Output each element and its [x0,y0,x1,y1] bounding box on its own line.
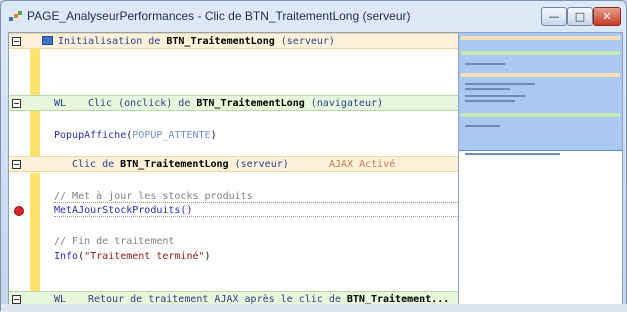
minimize-icon: — [548,10,560,23]
yellow-marker-bar [30,111,40,157]
wl-tag: WL [54,98,67,109]
collapse-toggle-icon[interactable] [12,99,21,108]
header-text: Clic de [72,159,121,170]
collapse-toggle-icon[interactable] [12,295,21,304]
control-name: BTN_TraitementLong [166,36,275,47]
minimap-line [465,63,505,65]
function-name: Info [54,251,79,262]
event-header-click-browser[interactable]: WL Clic (onclick) de BTN_TraitementLong … [9,95,458,111]
minimap-line [465,153,560,155]
code-editor-window: PAGE_AnalyseurPerformances - Clic de BTN… [0,0,627,312]
yellow-marker-bar [30,173,40,291]
minimap-line [465,95,525,97]
function-name: PopupAffiche [54,130,127,141]
close-icon: ✕ [602,10,612,23]
header-suffix: (serveur) [274,36,335,47]
header-suffix: (navigateur) [304,98,384,109]
code-line[interactable]: Info("Traitement terminé") [54,250,211,264]
close-button[interactable]: ✕ [593,7,621,26]
minimap-header [461,113,620,117]
maximize-icon: □ [574,10,586,23]
dotted-separator [54,202,458,203]
title-bar[interactable]: PAGE_AnalyseurPerformances - Clic de BTN… [1,1,626,31]
ajax-status[interactable]: AJAX Activé [329,158,395,172]
header-text: Clic (onclick) de [88,98,197,109]
dotted-separator [54,216,458,217]
minimap-header [461,51,620,55]
comment-line[interactable]: // Fin de traitement [54,235,174,249]
collapse-toggle-icon[interactable] [12,160,21,169]
code-minimap[interactable] [458,32,623,306]
minimap-line [465,100,515,102]
minimize-button[interactable]: — [541,7,567,26]
window-title: PAGE_AnalyseurPerformances - Clic de BTN… [27,9,411,23]
minimap-line [465,125,500,127]
string-arg: "Traitement terminé" [84,251,205,262]
collapse-toggle-icon[interactable] [12,37,21,46]
event-header-init[interactable]: Initialisation de BTN_TraitementLong (se… [9,33,458,49]
paren: ) [210,130,217,141]
paren: ) [204,251,211,262]
breakpoint-icon[interactable] [14,206,24,216]
constant-arg: POPUP_ATTENTE [132,130,211,141]
code-line[interactable]: PopupAffiche(POPUP_ATTENTE) [54,129,217,143]
maximize-button[interactable]: □ [567,7,593,26]
page-icon [9,11,22,21]
control-name: BTN_TraitementLong [120,159,229,170]
minimap-header [461,36,620,40]
minimap-line [465,88,510,90]
code-editor[interactable]: Initialisation de BTN_TraitementLong (se… [8,32,459,306]
minimap-header [461,73,620,77]
control-name: BTN_TraitementLong [196,98,305,109]
header-suffix: (serveur) [228,159,289,170]
header-text: Initialisation de [58,36,167,47]
event-header-click-server[interactable]: Clic de BTN_TraitementLong (serveur) AJA… [9,156,458,172]
server-tag-icon [42,36,53,45]
minimap-line [465,83,535,85]
